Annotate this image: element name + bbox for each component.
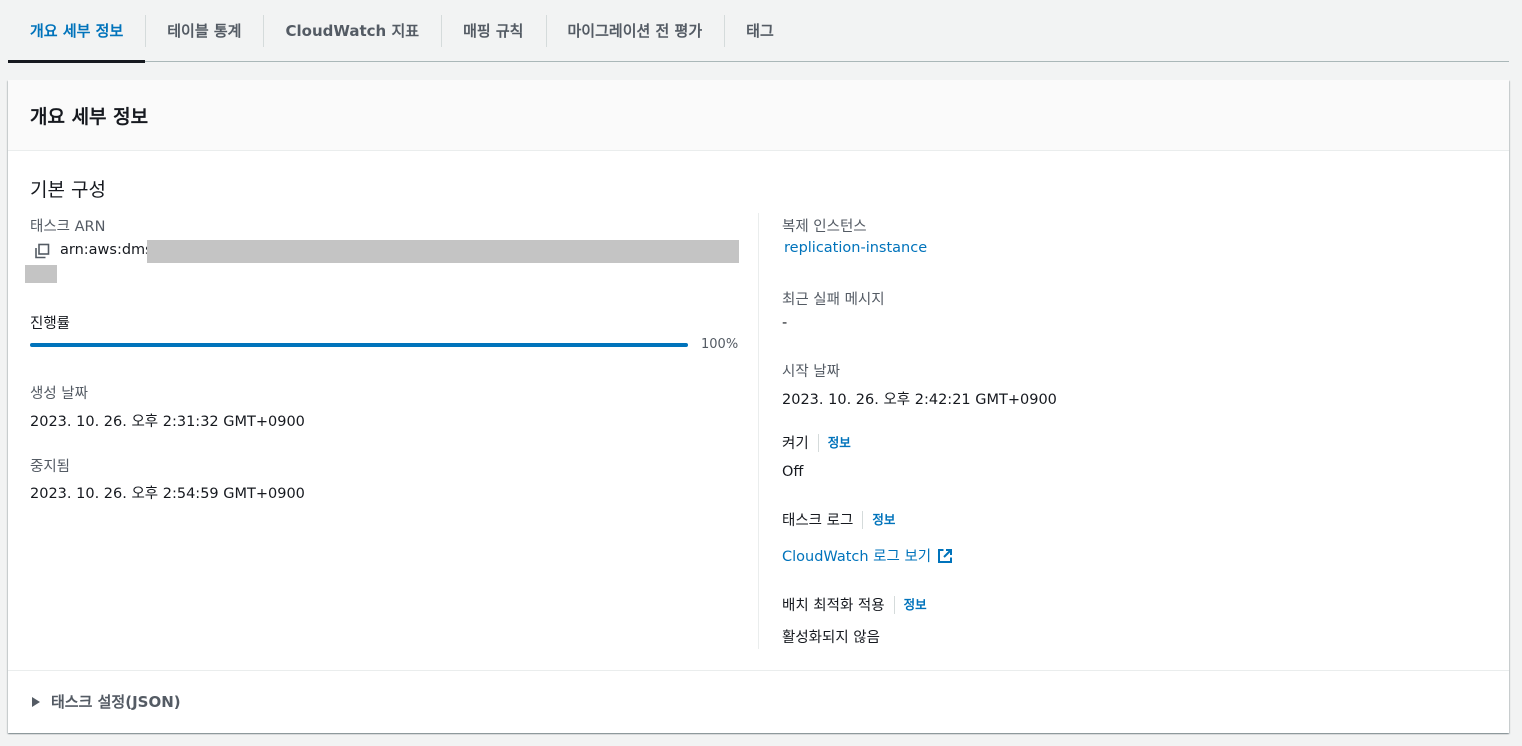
arn-label: 태스크 ARN bbox=[30, 219, 106, 235]
copy-icon[interactable] bbox=[34, 243, 50, 259]
replication-instance-link[interactable]: replication-instance bbox=[784, 240, 927, 256]
overview-panel: 개요 세부 정보 기본 구성 태스크 ARN arn:aws:dms 진행률 1… bbox=[8, 80, 1509, 733]
external-link-icon bbox=[938, 549, 953, 563]
last-failure-label: 최근 실패 메시지 bbox=[782, 292, 885, 308]
enabled-label: 켜기 bbox=[782, 436, 809, 452]
section-title: 기본 구성 bbox=[30, 179, 106, 201]
replication-instance-label: 복제 인스턴스 bbox=[782, 219, 867, 235]
tab-bar: 개요 세부 정보 테이블 통계 CloudWatch 지표 매핑 규칙 마이그레… bbox=[8, 0, 1509, 63]
progress-bar bbox=[30, 343, 688, 347]
tab-cloudwatch-metrics[interactable]: CloudWatch 지표 bbox=[263, 0, 441, 62]
task-settings-label: 태스크 설정(JSON) bbox=[51, 693, 181, 711]
task-log-field: 태스크 로그 정보 bbox=[782, 509, 895, 530]
created-date-value: 2023. 10. 26. 오후 2:31:32 GMT+0900 bbox=[30, 414, 305, 430]
progress-bar-fill bbox=[30, 343, 688, 347]
batch-optimization-value: 활성화되지 않음 bbox=[782, 630, 880, 646]
start-date-label: 시작 날짜 bbox=[782, 364, 840, 380]
progress-label: 진행률 bbox=[30, 316, 71, 332]
last-failure-value: - bbox=[782, 315, 788, 331]
enabled-value: Off bbox=[782, 464, 804, 480]
task-log-info-link[interactable]: 정보 bbox=[862, 510, 895, 529]
tab-mapping-rules[interactable]: 매핑 규칙 bbox=[441, 0, 545, 62]
batch-optimization-label: 배치 최적화 적용 bbox=[782, 598, 885, 614]
panel-title: 개요 세부 정보 bbox=[8, 80, 1509, 151]
start-date-value: 2023. 10. 26. 오후 2:42:21 GMT+0900 bbox=[782, 392, 1057, 408]
task-settings-expander[interactable]: 태스크 설정(JSON) bbox=[8, 670, 1509, 733]
caret-right-icon bbox=[32, 697, 40, 707]
tab-premigration-assessment[interactable]: 마이그레이션 전 평가 bbox=[545, 0, 725, 62]
batch-optimization-field: 배치 최적화 적용 정보 bbox=[782, 594, 927, 615]
redacted-arn-block-2 bbox=[25, 265, 57, 283]
batch-optimization-info-link[interactable]: 정보 bbox=[893, 595, 927, 614]
created-date-label: 생성 날짜 bbox=[30, 386, 88, 402]
enabled-info-link[interactable]: 정보 bbox=[817, 433, 851, 452]
task-log-label: 태스크 로그 bbox=[782, 513, 854, 529]
cloudwatch-logs-link[interactable]: CloudWatch 로그 보기 bbox=[782, 545, 953, 566]
enabled-field: 켜기 정보 bbox=[782, 432, 851, 453]
progress-percent: 100% bbox=[701, 337, 739, 352]
tab-tags[interactable]: 태그 bbox=[724, 0, 796, 62]
stopped-value: 2023. 10. 26. 오후 2:54:59 GMT+0900 bbox=[30, 486, 305, 502]
redacted-arn-block bbox=[147, 240, 739, 263]
tab-overview-details[interactable]: 개요 세부 정보 bbox=[8, 0, 146, 63]
stopped-label: 중지됨 bbox=[30, 459, 71, 475]
tab-table-statistics[interactable]: 테이블 통계 bbox=[145, 0, 263, 62]
column-divider bbox=[758, 213, 759, 649]
arn-value: arn:aws:dms bbox=[60, 242, 153, 258]
